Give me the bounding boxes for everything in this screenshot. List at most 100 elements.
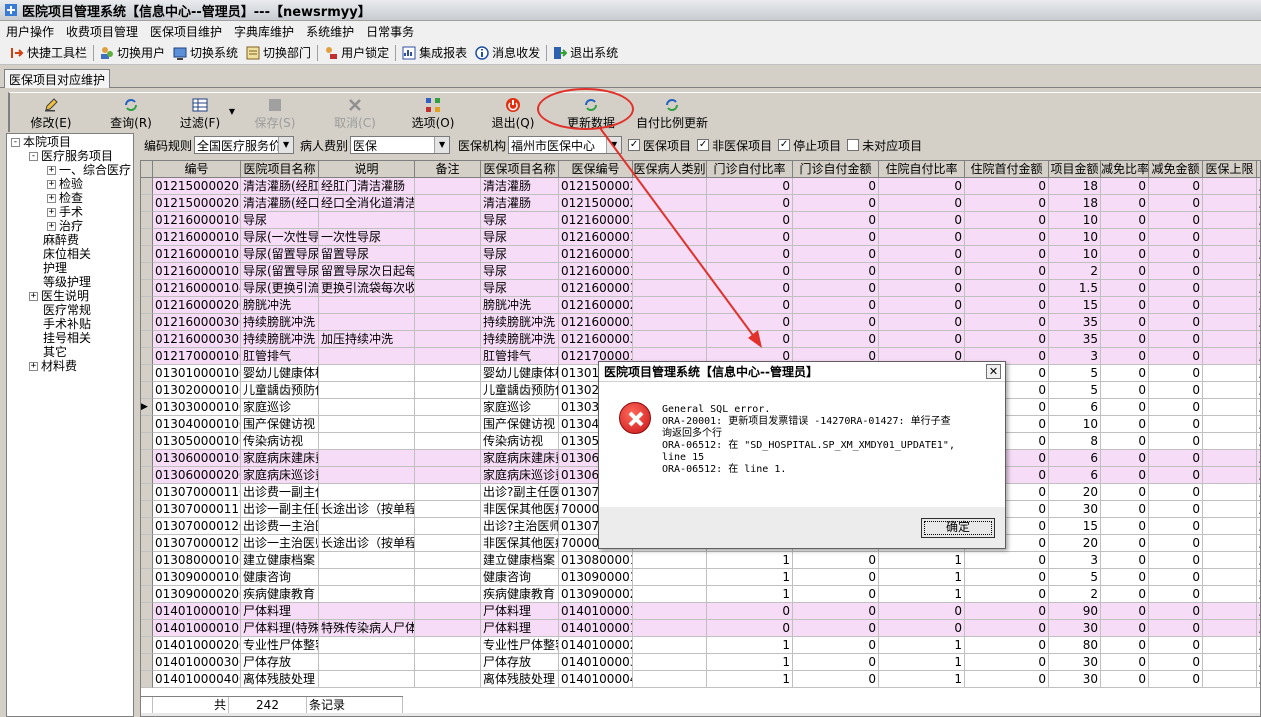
filter-button[interactable]: 过滤(F) bbox=[170, 95, 230, 131]
table-cell[interactable]: 0 bbox=[1101, 382, 1149, 399]
table-row[interactable]: 012160000101导尿(一次性导一次性导尿 导尿012160000101Z 0… bbox=[141, 229, 1260, 246]
table-cell[interactable] bbox=[633, 603, 707, 620]
table-cell[interactable]: 014010000100 bbox=[153, 603, 241, 620]
table-cell[interactable]: 0 bbox=[793, 569, 879, 586]
table-cell[interactable]: 0 bbox=[1101, 637, 1149, 654]
table-cell[interactable]: 0 bbox=[965, 671, 1049, 688]
table-cell[interactable]: 6 bbox=[1049, 399, 1101, 416]
tree-node[interactable]: + 治疗 bbox=[47, 219, 83, 233]
table-cell[interactable]: 0 bbox=[707, 314, 793, 331]
table-cell[interactable]: 出诊一主治医师 bbox=[241, 535, 319, 552]
table-cell[interactable] bbox=[319, 569, 415, 586]
table-cell[interactable] bbox=[415, 654, 481, 671]
tree-node[interactable]: 其它 bbox=[43, 345, 67, 359]
column-header[interactable]: 医保编号 bbox=[559, 161, 633, 178]
table-cell[interactable]: 0 bbox=[879, 246, 965, 263]
table-cell[interactable]: 15 bbox=[1049, 297, 1101, 314]
table-cell[interactable]: 6 bbox=[1049, 450, 1101, 467]
table-cell[interactable]: 0 bbox=[1149, 654, 1203, 671]
report-button[interactable]: 集成报表 bbox=[398, 42, 471, 64]
table-cell[interactable]: 0 bbox=[1101, 552, 1149, 569]
table-cell[interactable]: 5 bbox=[1049, 382, 1101, 399]
table-cell[interactable] bbox=[415, 246, 481, 263]
table-cell[interactable] bbox=[633, 671, 707, 688]
table-cell[interactable]: 0 bbox=[965, 178, 1049, 195]
table-cell[interactable]: 90 bbox=[1049, 603, 1101, 620]
table-cell[interactable]: 0 bbox=[1149, 178, 1203, 195]
table-cell[interactable] bbox=[319, 586, 415, 603]
table-row[interactable]: 012160000103导尿(留置导尿留置导尿次日起每 导尿01216000010… bbox=[141, 263, 1260, 280]
table-cell[interactable] bbox=[415, 552, 481, 569]
table-cell[interactable]: 疾病健康教育 bbox=[241, 586, 319, 603]
table-cell[interactable]: 0 bbox=[793, 586, 879, 603]
table-cell[interactable]: 围产保健访视 bbox=[241, 416, 319, 433]
table-cell[interactable]: 0 bbox=[707, 195, 793, 212]
table-cell[interactable]: 014010000101 bbox=[153, 620, 241, 637]
table-cell[interactable] bbox=[1203, 229, 1257, 246]
table-row[interactable]: 013080000100建立健康档案建立健康档案013080000100Z101… bbox=[141, 552, 1260, 569]
tree-node[interactable]: 等级护理 bbox=[43, 275, 91, 289]
table-cell[interactable]: 0 bbox=[1101, 501, 1149, 518]
tree-node[interactable]: + 材料费 bbox=[29, 359, 77, 373]
table-cell[interactable]: 0 bbox=[1101, 195, 1149, 212]
table-cell[interactable]: 疾病健康教育 bbox=[481, 586, 559, 603]
table-cell[interactable] bbox=[1203, 450, 1257, 467]
table-cell[interactable]: 持续膀胱冲洗 bbox=[481, 331, 559, 348]
tab-insurance-mapping[interactable]: 医保项目对应维护 bbox=[4, 69, 111, 88]
row-indicator[interactable] bbox=[141, 603, 153, 620]
column-header[interactable]: 项目金额 bbox=[1049, 161, 1101, 178]
table-cell[interactable] bbox=[319, 552, 415, 569]
table-cell[interactable]: 0 bbox=[965, 263, 1049, 280]
table-cell[interactable]: 013030000100 bbox=[153, 399, 241, 416]
table-cell[interactable]: 所 bbox=[1257, 246, 1260, 263]
table-cell[interactable]: 0 bbox=[1101, 484, 1149, 501]
row-indicator[interactable] bbox=[141, 501, 153, 518]
table-cell[interactable]: 0 bbox=[1101, 603, 1149, 620]
table-cell[interactable]: 0 bbox=[793, 212, 879, 229]
table-cell[interactable]: 0 bbox=[1149, 518, 1203, 535]
table-cell[interactable]: 所 bbox=[1257, 586, 1260, 603]
table-cell[interactable]: 加压持续冲洗 bbox=[319, 331, 415, 348]
table-cell[interactable] bbox=[319, 603, 415, 620]
table-cell[interactable] bbox=[415, 603, 481, 620]
table-cell[interactable]: 膀胱冲洗 bbox=[241, 297, 319, 314]
row-indicator[interactable] bbox=[141, 212, 153, 229]
table-cell[interactable] bbox=[633, 331, 707, 348]
table-cell[interactable] bbox=[1203, 552, 1257, 569]
table-cell[interactable]: 014010000101Z bbox=[559, 620, 633, 637]
column-header[interactable]: 门诊自付比率 bbox=[707, 161, 793, 178]
table-cell[interactable] bbox=[415, 399, 481, 416]
table-cell[interactable] bbox=[415, 484, 481, 501]
table-cell[interactable]: 长途出诊（按单程 bbox=[319, 535, 415, 552]
table-cell[interactable]: 传染病访视 bbox=[241, 433, 319, 450]
table-cell[interactable]: 出诊一副主任医 bbox=[241, 501, 319, 518]
table-cell[interactable] bbox=[319, 671, 415, 688]
table-cell[interactable]: 专业性尸体整容 bbox=[481, 637, 559, 654]
table-cell[interactable]: 35 bbox=[1049, 331, 1101, 348]
table-cell[interactable] bbox=[1203, 620, 1257, 637]
table-cell[interactable] bbox=[1203, 348, 1257, 365]
table-cell[interactable] bbox=[633, 297, 707, 314]
table-cell[interactable] bbox=[1203, 365, 1257, 382]
table-cell[interactable]: 1 bbox=[879, 671, 965, 688]
table-cell[interactable]: 0 bbox=[793, 603, 879, 620]
table-cell[interactable]: 1 bbox=[707, 586, 793, 603]
table-cell[interactable]: 1 bbox=[707, 569, 793, 586]
table-row[interactable]: 012160000102导尿(留置导尿留置导尿导尿012160000102Z00… bbox=[141, 246, 1260, 263]
row-indicator[interactable] bbox=[141, 416, 153, 433]
column-header[interactable]: 说明 bbox=[319, 161, 415, 178]
table-cell[interactable]: 013080000100 bbox=[153, 552, 241, 569]
table-cell[interactable]: 清洁灌肠 bbox=[481, 178, 559, 195]
table-cell[interactable] bbox=[1203, 518, 1257, 535]
table-cell[interactable]: 0 bbox=[879, 195, 965, 212]
tree-node[interactable]: 手术补贴 bbox=[43, 317, 91, 331]
table-cell[interactable]: 所 bbox=[1257, 535, 1260, 552]
table-row[interactable]: 014010000400离体残肢处理离体残肢处理014010000400Z101… bbox=[141, 671, 1260, 688]
table-cell[interactable]: 0 bbox=[707, 620, 793, 637]
table-cell[interactable]: 013090000200Z bbox=[559, 586, 633, 603]
table-cell[interactable]: 013020000100 bbox=[153, 382, 241, 399]
table-cell[interactable]: 一次性导尿 bbox=[319, 229, 415, 246]
table-cell[interactable]: 儿童龋齿预防保 bbox=[481, 382, 559, 399]
table-cell[interactable]: 30 bbox=[1049, 501, 1101, 518]
unmapped-item-checkbox[interactable]: 未对应项目 bbox=[847, 137, 922, 154]
